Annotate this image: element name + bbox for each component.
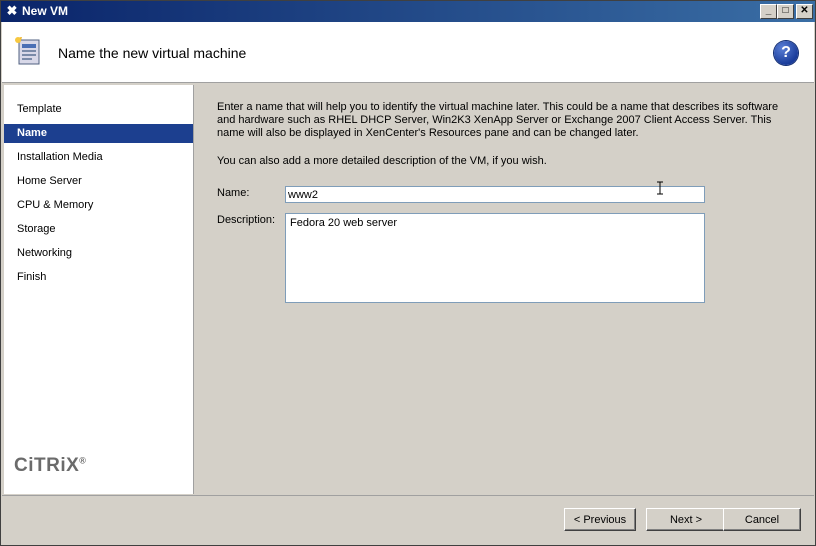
window-title: New VM (22, 4, 69, 18)
sidebar-item-name[interactable]: Name (4, 124, 193, 143)
new-vm-icon (15, 37, 40, 65)
footer-divider (2, 495, 814, 496)
description-textarea[interactable]: Fedora 20 web server (285, 213, 705, 303)
xencenter-x-icon: ✖ (6, 3, 18, 18)
citrix-logo-mark: ® (79, 455, 87, 466)
sidebar-item-storage[interactable]: Storage (4, 220, 193, 239)
wizard-sidebar: Template Name Installation Media Home Se… (4, 85, 194, 494)
name-input[interactable] (285, 186, 705, 203)
intro-text: Enter a name that will help you to ident… (217, 101, 779, 139)
sidebar-item-installation-media[interactable]: Installation Media (4, 148, 193, 167)
sidebar-item-template[interactable]: Template (4, 100, 193, 119)
citrix-logo-text: CiTRiX (14, 455, 80, 476)
cancel-button[interactable]: Cancel (723, 508, 801, 531)
maximize-button[interactable]: □ (777, 4, 794, 19)
sidebar-item-networking[interactable]: Networking (4, 244, 193, 263)
minimize-button[interactable]: _ (760, 4, 777, 19)
next-button[interactable]: Next > (646, 508, 726, 531)
previous-button[interactable]: < Previous (564, 508, 636, 531)
wizard-header: Name the new virtual machine ? (2, 22, 814, 83)
sidebar-item-home-server[interactable]: Home Server (4, 172, 193, 191)
sidebar-item-cpu-memory[interactable]: CPU & Memory (4, 196, 193, 215)
description-hint-text: You can also add a more detailed descrip… (217, 155, 547, 167)
title-bar[interactable]: ✖ New VM _ □ ✕ (1, 1, 815, 22)
citrix-logo: CiTRiX® (14, 455, 86, 477)
sidebar-item-finish[interactable]: Finish (4, 268, 193, 287)
name-label: Name: (217, 187, 250, 199)
help-icon[interactable]: ? (774, 41, 798, 65)
page-title: Name the new virtual machine (58, 45, 247, 61)
description-label: Description: (217, 214, 276, 226)
wizard-content: Enter a name that will help you to ident… (194, 85, 814, 494)
close-button[interactable]: ✕ (796, 4, 813, 19)
new-vm-window: ✖ New VM _ □ ✕ Name the new virtual mach… (0, 0, 816, 546)
text-cursor-icon (657, 181, 663, 195)
